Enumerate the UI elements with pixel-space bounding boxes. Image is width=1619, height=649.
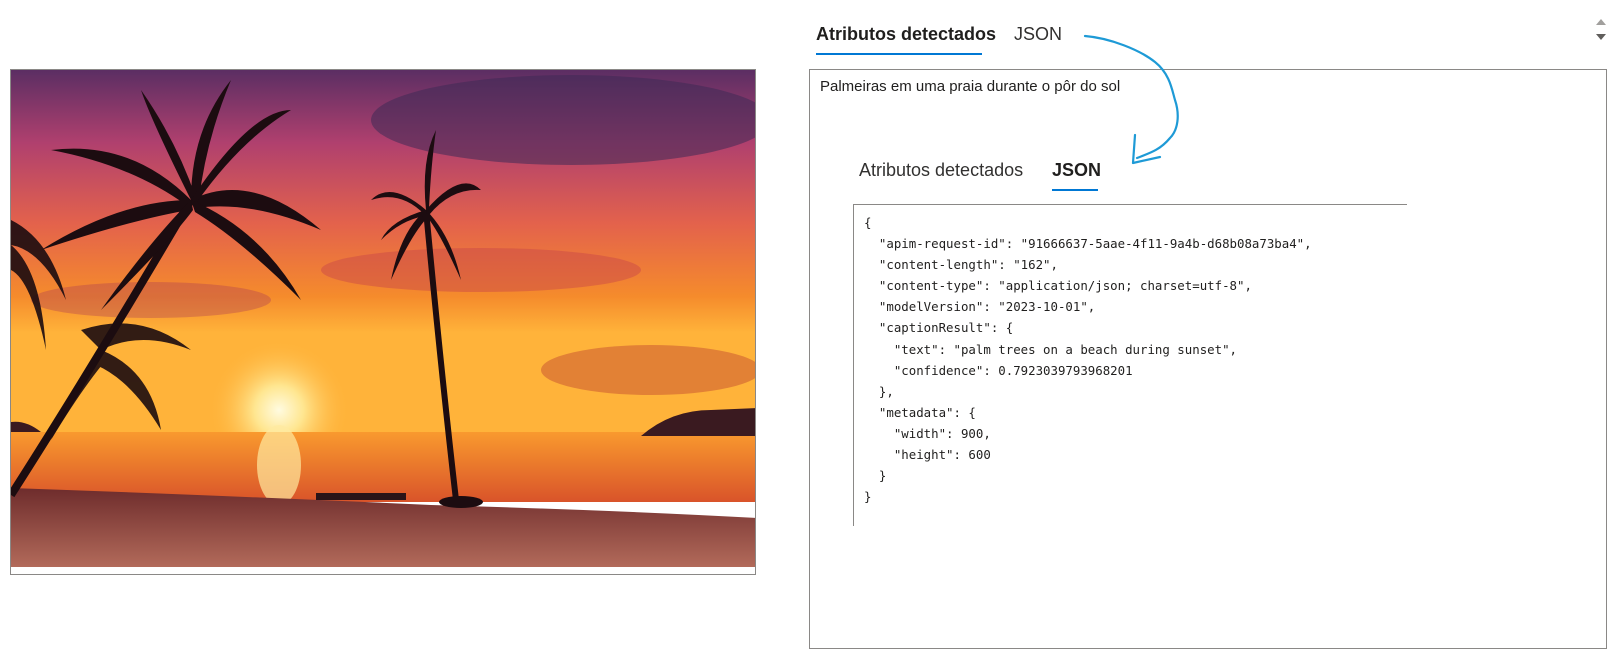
uploaded-image-panel: [10, 69, 756, 575]
json-output-text: { "apim-request-id": "91666637-5aae-4f11…: [864, 215, 1312, 505]
scrollbar[interactable]: [1593, 14, 1609, 56]
tab-detected-attributes-inner[interactable]: Atributos detectados: [859, 160, 1023, 181]
active-tab-underline-inner: [1052, 189, 1098, 191]
tab-detected-attributes[interactable]: Atributos detectados: [816, 24, 996, 45]
scroll-up-icon[interactable]: [1596, 19, 1606, 25]
sunset-beach-image: [11, 70, 755, 567]
active-tab-underline: [816, 53, 982, 55]
tab-json-inner[interactable]: JSON: [1052, 160, 1101, 181]
scroll-down-icon[interactable]: [1596, 34, 1606, 40]
tab-json[interactable]: JSON: [1014, 24, 1062, 45]
json-output-panel: { "apim-request-id": "91666637-5aae-4f11…: [853, 204, 1407, 526]
caption-text: Palmeiras em uma praia durante o pôr do …: [820, 78, 1121, 95]
